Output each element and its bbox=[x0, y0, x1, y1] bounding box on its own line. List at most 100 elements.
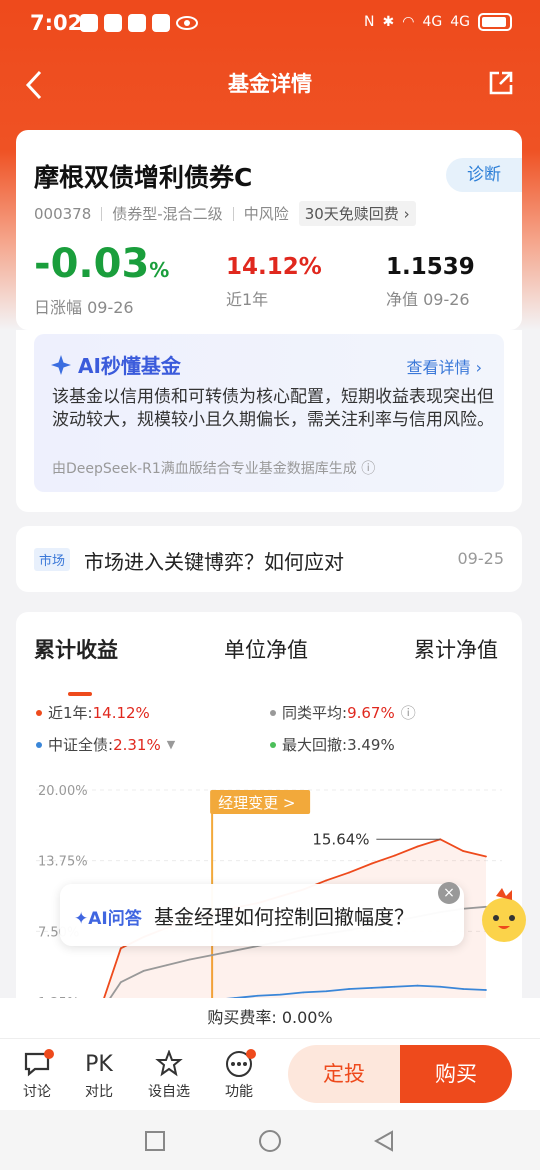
data-point bbox=[462, 850, 465, 852]
mascot-icon[interactable] bbox=[476, 886, 532, 946]
info-icon[interactable]: ⓘ bbox=[361, 461, 375, 477]
legend-drawdown-value: 3.49% bbox=[347, 735, 395, 754]
daily-change-label: 日涨幅 09-26 bbox=[34, 298, 134, 317]
fund-summary-card: 摩根双债增利债券C 诊断 000378 债券型-混合二级 中风险 30天免赎回费… bbox=[16, 130, 522, 330]
legend-index-value: 2.31% bbox=[113, 735, 161, 754]
add-watchlist-button[interactable]: 设自选 bbox=[144, 1047, 194, 1101]
back-icon[interactable] bbox=[372, 1129, 396, 1153]
legend-avg: 同类平均: 9.67% ⓘ bbox=[270, 702, 416, 723]
ai-summary-title: AI秒懂基金 bbox=[50, 350, 181, 379]
notification-icons bbox=[80, 14, 198, 32]
app-icon bbox=[152, 14, 170, 32]
ai-summary-panel[interactable]: AI秒懂基金 查看详情 › 该基金以信用债和可转债为核心配置，短期收益表现突出但… bbox=[34, 334, 504, 492]
data-point bbox=[416, 845, 419, 848]
fee-tag[interactable]: 30天免赎回费 › bbox=[298, 201, 416, 226]
diagnose-button[interactable]: 诊断 bbox=[446, 158, 522, 192]
data-point bbox=[279, 993, 282, 996]
nav-label: 净值 09-26 bbox=[386, 290, 470, 309]
star-plus-icon bbox=[155, 1050, 183, 1077]
data-point bbox=[165, 964, 168, 967]
top-nav: 基金详情 bbox=[0, 58, 540, 108]
ai-summary-footer-text: 由DeepSeek-R1满血版结合专业基金数据库生成 bbox=[52, 461, 357, 477]
y-tick-label: 13.75% bbox=[38, 855, 88, 870]
manager-change-label: 经理变更 > bbox=[218, 794, 295, 812]
legend-dot bbox=[270, 709, 276, 716]
data-point bbox=[393, 985, 396, 988]
data-point bbox=[462, 988, 465, 990]
divider bbox=[101, 206, 103, 221]
data-point bbox=[119, 947, 122, 950]
dropdown-icon: ▼ bbox=[166, 738, 176, 751]
fee-tag-label: 30天免赎回费 bbox=[304, 205, 399, 223]
ai-qa-tag-text: AI问答 bbox=[88, 909, 142, 929]
wifi-icon: ◠ bbox=[402, 14, 415, 30]
ai-qa-tag: ✦AI问答 bbox=[74, 909, 142, 929]
legend-drawdown-label: 最大回撤: bbox=[282, 736, 348, 754]
legend-fund-label: 近1年: bbox=[48, 704, 93, 722]
page-title: 基金详情 bbox=[228, 72, 312, 96]
view-details-link[interactable]: 查看详情 › bbox=[407, 354, 483, 378]
signal-icon: 4G bbox=[422, 14, 443, 30]
ai-summary-title-text: AI秒懂基金 bbox=[78, 354, 181, 378]
daily-change-stat: -0.03% 日涨幅 09-26 bbox=[34, 242, 169, 318]
news-tag: 市场 bbox=[34, 548, 71, 571]
compare-button[interactable]: PK 对比 bbox=[74, 1047, 124, 1101]
tab-unit-nav[interactable]: 单位净值 bbox=[224, 634, 308, 664]
functions-button[interactable]: 功能 bbox=[214, 1047, 264, 1101]
dingtou-button[interactable]: 定投 bbox=[288, 1045, 400, 1103]
watchlist-label: 设自选 bbox=[148, 1084, 190, 1100]
data-point bbox=[211, 954, 214, 956]
peak-label: 15.64% bbox=[312, 830, 369, 848]
divider bbox=[232, 206, 234, 221]
data-point bbox=[188, 958, 191, 961]
legend-index[interactable]: 中证全债: 2.31% ▼ bbox=[36, 734, 175, 755]
tab-cumulative-nav[interactable]: 累计净值 bbox=[414, 634, 498, 664]
purchase-fee: 购买费率: 0.00% bbox=[0, 998, 540, 1038]
performance-card: 累计收益 单位净值 累计净值 近1年: 14.12% 同类平均: 9.67% ⓘ 中… bbox=[16, 612, 522, 1012]
notification-badge bbox=[246, 1049, 256, 1059]
bottom-action-bar: 讨论 PK 对比 设自选 功能 定投 购买 bbox=[0, 1038, 540, 1110]
legend-fund-value: 14.12% bbox=[92, 703, 150, 722]
signal-icon: 4G bbox=[450, 14, 470, 30]
data-point bbox=[234, 949, 236, 952]
fund-code: 000378 bbox=[34, 204, 92, 223]
ai-question-text: 基金经理如何控制回撤幅度？ bbox=[154, 905, 414, 929]
buy-button[interactable]: 购买 bbox=[400, 1045, 512, 1103]
info-icon[interactable]: ⓘ bbox=[401, 702, 416, 723]
status-time: 7:02 bbox=[30, 11, 83, 35]
compare-label: 对比 bbox=[85, 1084, 113, 1100]
notification-badge bbox=[44, 1049, 54, 1059]
data-point bbox=[348, 988, 350, 990]
legend-avg-label: 同类平均: bbox=[282, 704, 348, 722]
legend-avg-value: 9.67% bbox=[347, 703, 395, 722]
data-point bbox=[119, 981, 122, 984]
discuss-button[interactable]: 讨论 bbox=[12, 1047, 62, 1101]
ai-summary-footer: 由DeepSeek-R1满血版结合专业基金数据库生成 ⓘ bbox=[52, 458, 375, 478]
fund-meta: 000378 债券型-混合二级 中风险 30天免赎回费 › bbox=[34, 201, 416, 226]
app-icon bbox=[128, 14, 146, 32]
recents-icon[interactable] bbox=[144, 1130, 166, 1152]
data-point bbox=[393, 854, 396, 857]
data-point bbox=[348, 871, 350, 874]
legend-dot bbox=[270, 741, 276, 748]
legend-dot bbox=[36, 741, 42, 748]
ai-question-popup[interactable]: ✦AI问答 基金经理如何控制回撤幅度？ × bbox=[60, 882, 464, 946]
ai-summary-body: 该基金以信用债和可转债为核心配置，短期收益表现突出但波动较大，规模较小且久期偏长… bbox=[52, 387, 494, 430]
battery-icon bbox=[478, 13, 512, 31]
chart-tabs: 累计收益 单位净值 累计净值 bbox=[16, 634, 522, 696]
tab-cumulative-return[interactable]: 累计收益 bbox=[34, 634, 118, 664]
system-nav-bar bbox=[0, 1110, 540, 1170]
data-point bbox=[256, 994, 259, 997]
eye-icon bbox=[176, 16, 198, 30]
data-point bbox=[485, 855, 487, 858]
nav-value: 1.1539 bbox=[386, 254, 475, 280]
nav-stat: 1.1539 净值 09-26 bbox=[386, 254, 475, 310]
status-bar: 7:02 N ✱ ◠ 4G 4G bbox=[0, 0, 540, 50]
share-icon[interactable] bbox=[488, 70, 514, 96]
close-icon[interactable]: × bbox=[438, 882, 460, 904]
news-card[interactable]: 市场 市场进入关键博弈？如何应对 09-25 bbox=[16, 526, 522, 592]
year-return-value: 14.12% bbox=[226, 254, 322, 280]
data-point bbox=[302, 991, 305, 994]
home-icon[interactable] bbox=[258, 1129, 282, 1153]
data-point bbox=[416, 984, 419, 987]
